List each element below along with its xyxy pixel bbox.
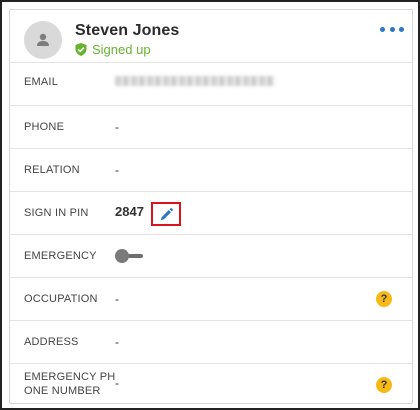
emergency-label: EMERGENCY (24, 250, 97, 262)
occupation-label: OCCUPATION (24, 293, 98, 305)
status-badge: Signed up (75, 42, 151, 57)
more-dot (399, 26, 404, 32)
emergency-phone-row: EMERGENCY PH ONE NUMBER - ? (10, 363, 412, 404)
avatar[interactable] (24, 21, 62, 59)
question-icon: ? (380, 293, 388, 305)
email-row: EMAIL (10, 62, 412, 106)
address-value: - (115, 335, 119, 349)
contact-header: Steven Jones Signed up (10, 10, 412, 62)
sign-in-pin-value: 2847 (115, 204, 144, 219)
more-options-button[interactable] (380, 22, 404, 36)
occupation-help-button[interactable]: ? (376, 291, 392, 307)
occupation-row: OCCUPATION - ? (10, 277, 412, 321)
emergency-phone-value: - (115, 376, 119, 390)
more-horizontal-icon (380, 26, 385, 32)
question-icon: ? (380, 379, 388, 391)
sign-in-pin-label: SIGN IN PIN (24, 207, 89, 219)
shield-check-icon (75, 43, 87, 56)
address-row: ADDRESS - (10, 320, 412, 364)
occupation-value: - (115, 292, 119, 306)
toggle-knob (115, 249, 129, 263)
email-label: EMAIL (24, 76, 59, 88)
phone-value: - (115, 120, 119, 134)
emergency-toggle[interactable] (115, 249, 143, 263)
edit-pin-button[interactable] (151, 202, 181, 226)
phone-row: PHONE - (10, 105, 412, 149)
relation-label: RELATION (24, 164, 80, 176)
emergency-phone-label: EMERGENCY PH ONE NUMBER (24, 371, 116, 397)
contact-card: Steven Jones Signed up EMAIL PHONE - REL… (9, 9, 413, 404)
more-dot (389, 26, 395, 32)
person-icon (37, 33, 49, 46)
relation-value: - (115, 163, 119, 177)
email-value-redacted (115, 76, 275, 86)
relation-row: RELATION - (10, 148, 412, 192)
sign-in-pin-row: SIGN IN PIN 2847 (10, 191, 412, 235)
emergency-row: EMERGENCY (10, 234, 412, 278)
status-text: Signed up (92, 42, 151, 57)
emergency-phone-help-button[interactable]: ? (376, 377, 392, 393)
phone-label: PHONE (24, 121, 65, 133)
screenshot-frame: Steven Jones Signed up EMAIL PHONE - REL… (0, 0, 420, 410)
contact-name: Steven Jones (75, 22, 180, 39)
address-label: ADDRESS (24, 336, 79, 348)
pencil-icon (160, 207, 173, 220)
